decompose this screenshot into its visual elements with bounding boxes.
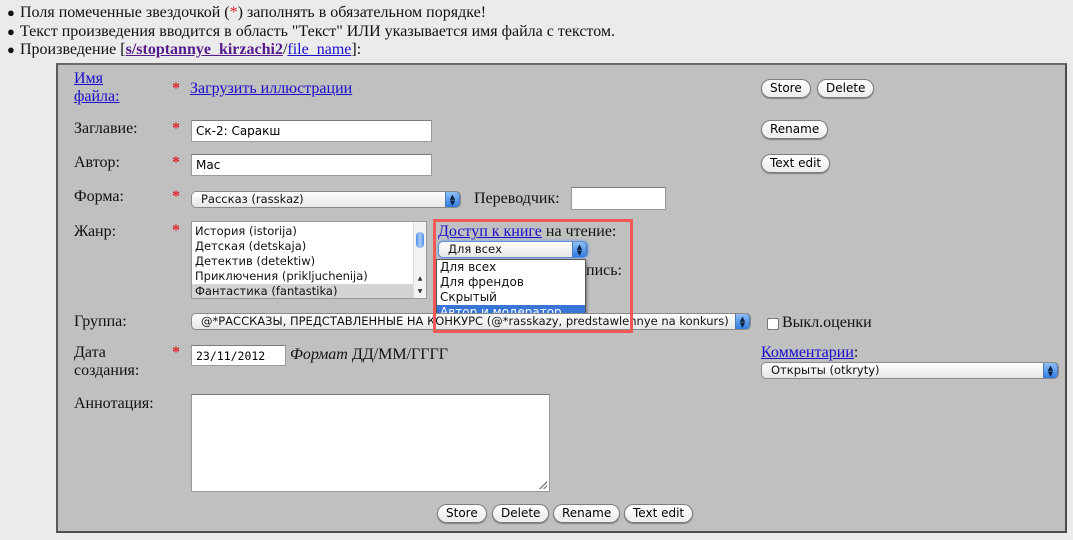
title-input[interactable]: Ск-2: Саракш: [191, 120, 432, 142]
instruction-required: ● Поля помеченные звездочкой (*) заполнят…: [7, 4, 487, 21]
bullet-icon: ●: [7, 5, 15, 20]
select-arrows-icon: ▲ ▼: [445, 192, 460, 207]
disable-ratings-checkbox[interactable]: [767, 318, 779, 330]
work-path-link[interactable]: s/stoptannye_kirzachi2: [126, 41, 283, 58]
required-star: *: [172, 188, 180, 205]
access-highlight-box: [433, 219, 633, 333]
required-star: *: [229, 4, 238, 21]
upload-illustrations-link[interactable]: Загрузить иллюстрации: [190, 80, 352, 98]
instructions-list: ● Поля помеченные звездочкой (*) заполнят…: [7, 4, 615, 60]
required-star: *: [172, 344, 180, 361]
genre-option-selected[interactable]: Фантастика (fantastika): [192, 284, 426, 298]
comments-heading: Комментарии:: [761, 344, 859, 361]
required-star: *: [172, 154, 180, 171]
translator-label: Переводчик:: [474, 190, 560, 207]
rename-button-top[interactable]: Rename: [761, 120, 829, 139]
store-button[interactable]: Store: [437, 504, 487, 523]
comments-select[interactable]: Открыты (otkryty) ▲ ▼: [761, 362, 1059, 379]
bullet-icon: ●: [7, 42, 15, 57]
genre-label: Жанр:: [74, 223, 117, 240]
comments-link[interactable]: Комментарии: [761, 344, 854, 361]
date-format-hint: Формат ДД/ММ/ГГГГ: [290, 346, 449, 363]
annotation-textarea[interactable]: [191, 394, 550, 492]
disable-ratings-label: Выкл.оценки: [782, 314, 872, 331]
genre-option[interactable]: Детектив (detektiw): [192, 254, 426, 269]
file-name-link[interactable]: file_name: [287, 41, 351, 58]
required-star: *: [172, 80, 180, 97]
date-label: Дата создания:: [74, 344, 140, 379]
edit-form-panel: Имя файла: * Загрузить иллюстрации Store …: [56, 63, 1067, 533]
author-label: Автор:: [74, 154, 120, 171]
delete-button[interactable]: Delete: [492, 504, 550, 523]
genre-option[interactable]: Приключения (prikljuchenija): [192, 269, 426, 284]
date-input[interactable]: 23/11/2012: [191, 345, 286, 366]
genre-listbox[interactable]: История (istorija) Детская (detskaja) Де…: [191, 221, 427, 299]
scrollbar-thumb[interactable]: [416, 232, 424, 248]
instruction-text: ● Текст произведения вводится в область "…: [7, 22, 616, 40]
text-edit-button[interactable]: Text edit: [624, 504, 694, 523]
translator-input[interactable]: [571, 187, 666, 210]
required-star: *: [172, 222, 180, 239]
rename-button[interactable]: Rename: [553, 504, 621, 523]
delete-button-top[interactable]: Delete: [817, 79, 875, 98]
title-label: Заглавие:: [74, 120, 138, 137]
form-type-select[interactable]: Рассказ (rasskaz) ▲ ▼: [191, 191, 461, 208]
annotation-label: Аннотация:: [74, 395, 154, 412]
instruction-work: ● Произведение [s/stoptannye_kirzachi2/fi…: [7, 41, 362, 58]
select-arrows-icon: ▲ ▼: [1043, 363, 1058, 378]
bullet-icon: ●: [7, 23, 15, 39]
author-input[interactable]: Мас: [191, 154, 432, 176]
text-edit-button-top[interactable]: Text edit: [761, 154, 831, 173]
required-star: *: [172, 120, 180, 137]
group-label: Группа:: [74, 313, 127, 330]
genre-option[interactable]: Детская (detskaja): [192, 239, 426, 254]
form-type-label: Форма:: [74, 188, 124, 205]
scroll-down-arrow-icon[interactable]: ▼: [414, 288, 426, 295]
scroll-up-arrow-icon[interactable]: ▲: [414, 275, 426, 282]
genre-option[interactable]: История (istorija): [192, 224, 426, 239]
filename-link[interactable]: Имя файла:: [74, 70, 120, 106]
genre-scrollbar[interactable]: ▲ ▼: [413, 222, 426, 298]
select-arrows-icon: ▲ ▼: [735, 314, 750, 329]
store-button-top[interactable]: Store: [761, 79, 811, 98]
resize-grip-icon[interactable]: [539, 481, 547, 489]
